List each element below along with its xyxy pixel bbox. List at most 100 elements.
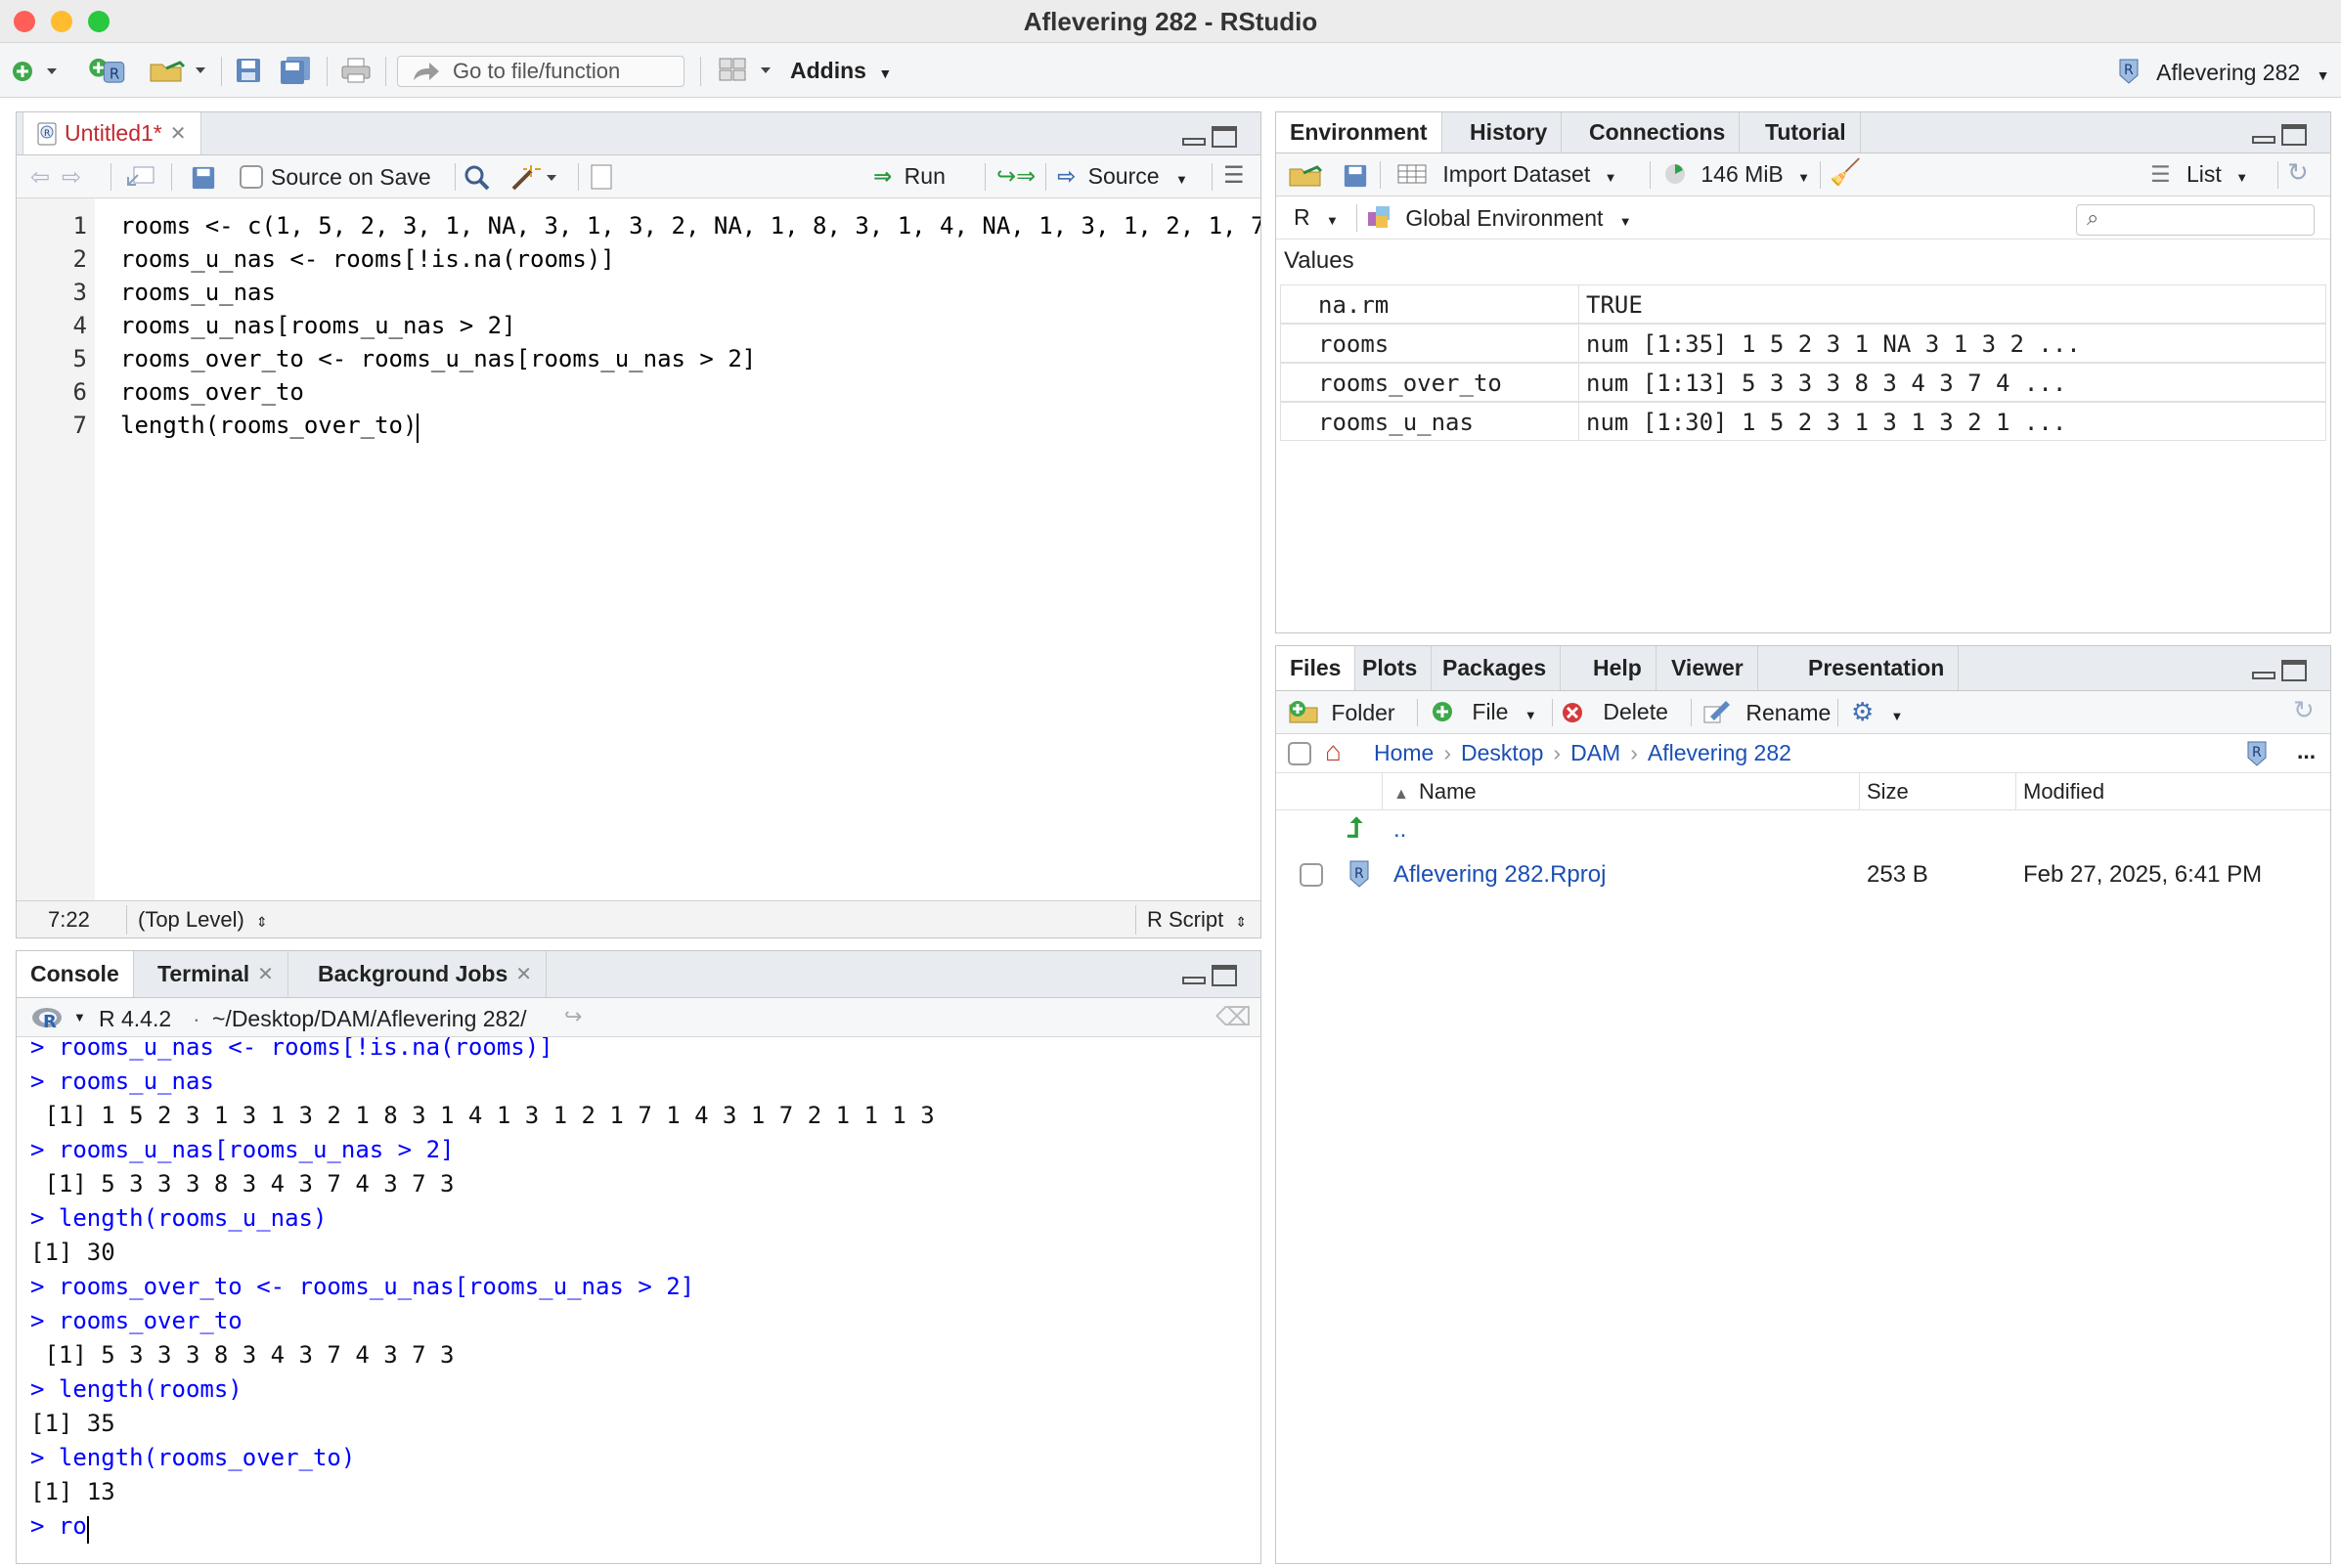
compile-report-icon[interactable] (590, 163, 613, 191)
file-checkbox[interactable] (1300, 863, 1323, 887)
close-tab-icon[interactable]: ✕ (257, 962, 274, 986)
home-icon[interactable]: ⌂ (1325, 736, 1342, 767)
editor-minmax[interactable] (1178, 124, 1239, 152)
parent-dir-row[interactable]: ⮥ .. (1276, 810, 2330, 851)
breadcrumb-home[interactable]: Home (1374, 740, 1434, 765)
delete-button[interactable]: Delete (1562, 699, 1668, 725)
breadcrumb-aflevering[interactable]: Aflevering 282 (1648, 740, 1791, 765)
tab-environment[interactable]: Environment (1276, 112, 1442, 152)
tab-untitled1[interactable]: R Untitled1* ✕ (22, 112, 201, 154)
print-icon[interactable] (340, 57, 372, 84)
tab-history[interactable]: History (1456, 112, 1563, 152)
more-settings-button[interactable]: ⚙ ▼ (1851, 697, 1903, 727)
project-icon[interactable]: R (2244, 740, 2270, 767)
pane-layout-icon[interactable] (718, 57, 776, 84)
new-project-icon[interactable]: R (86, 57, 129, 84)
env-value-row[interactable]: rooms num [1:35] 1 5 2 3 1 NA 3 1 3 2 ... (1280, 324, 2326, 363)
select-all-checkbox[interactable] (1288, 742, 1311, 765)
import-dataset-button[interactable]: Import Dataset ▼ (1397, 161, 1617, 188)
code-editor[interactable]: 1 rooms <- c(1, 5, 2, 3, 1, NA, 3, 1, 3, … (17, 198, 1260, 900)
tab-plots[interactable]: Plots (1348, 646, 1433, 690)
env-value-row[interactable]: na.rm TRUE (1280, 284, 2326, 324)
tab-console[interactable]: Console (17, 951, 134, 997)
breadcrumb-desktop[interactable]: Desktop (1461, 740, 1543, 765)
refresh-icon[interactable]: ↻ (2293, 695, 2315, 725)
environment-scope-selector[interactable]: Global Environment ▼ (1366, 204, 1632, 232)
language-label: R (1294, 204, 1310, 230)
env-minmax[interactable] (2248, 122, 2309, 150)
editor-tab-label: Untitled1* (65, 120, 162, 146)
file-row[interactable]: R Aflevering 282.Rproj 253 B Feb 27, 202… (1276, 853, 2330, 896)
tab-connections[interactable]: Connections (1575, 112, 1741, 152)
run-button[interactable]: ⇒ Run (873, 163, 946, 190)
r-logo-icon[interactable]: R (30, 1006, 64, 1031)
list-icon: ☰ (2150, 161, 2171, 187)
sort-up-icon: ▲ (1393, 786, 1409, 803)
save-workspace-icon[interactable] (1343, 163, 1368, 189)
console-minmax[interactable] (1178, 963, 1239, 990)
search-icon[interactable] (463, 163, 492, 191)
tab-terminal[interactable]: Terminal ✕ (144, 951, 288, 997)
more-options[interactable]: ... (2297, 738, 2316, 764)
env-value-row[interactable]: rooms_over_to num [1:13] 5 3 3 3 8 3 4 3 … (1280, 363, 2326, 402)
show-in-window-icon[interactable] (126, 165, 155, 189)
name-column-header[interactable]: ▲ Name (1393, 779, 1477, 805)
new-file-button[interactable]: File ▼ (1431, 699, 1537, 725)
source-button[interactable]: ⇨ Source ▼ (1057, 163, 1188, 190)
file-type-selector[interactable]: R Script ⇕ (1147, 907, 1247, 933)
viewer-tab-label: Viewer (1671, 655, 1744, 680)
new-folder-button[interactable]: Folder (1288, 699, 1395, 726)
language-selector[interactable]: R ▼ (1294, 204, 1339, 231)
chevron-down-icon: ▼ (2316, 67, 2330, 83)
close-tab-icon[interactable]: ✕ (170, 121, 187, 146)
tab-presentation[interactable]: Presentation (1794, 646, 1960, 690)
addins-menu[interactable]: Addins ▼ (790, 58, 892, 84)
file-name-link[interactable]: Aflevering 282.Rproj (1393, 861, 1606, 889)
parent-dir-link[interactable]: .. (1393, 816, 1406, 844)
forward-arrow-icon[interactable]: ⇨ (62, 163, 81, 192)
back-arrow-icon[interactable]: ⇦ (30, 163, 50, 192)
scope-label: (Top Level) (138, 907, 244, 932)
close-tab-icon[interactable]: ✕ (515, 962, 532, 986)
memory-usage-button[interactable]: 146 MiB ▼ (1663, 161, 1810, 188)
svg-text:R: R (2124, 63, 2134, 78)
r-version: R 4.4.2 (99, 1006, 172, 1031)
rename-button[interactable]: Rename (1702, 699, 1831, 726)
code-tools-wand-icon[interactable] (509, 163, 558, 191)
source-on-save-checkbox[interactable] (240, 165, 263, 189)
new-file-icon[interactable] (10, 59, 59, 86)
tab-help[interactable]: Help (1579, 646, 1656, 690)
clear-workspace-broom-icon[interactable]: 🧹 (1830, 157, 1861, 188)
memory-pie-icon (1665, 164, 1685, 184)
refresh-icon[interactable]: ↻ (2287, 157, 2309, 188)
env-search-input[interactable]: ⌕ (2076, 204, 2315, 236)
console-output[interactable]: > rooms_u_nas <- rooms[!is.na(rooms)] > r… (17, 1037, 1260, 1563)
go-to-dir-icon[interactable]: ↪ (564, 1004, 582, 1029)
save-icon[interactable] (235, 57, 262, 84)
save-all-icon[interactable] (279, 57, 312, 84)
open-file-icon[interactable] (149, 57, 209, 84)
view-mode-selector[interactable]: ☰ List ▼ (2150, 161, 2248, 188)
project-menu[interactable]: R Aflevering 282 ▼ (2116, 58, 2329, 86)
load-workspace-icon[interactable] (1288, 161, 1325, 189)
tab-packages[interactable]: Packages (1429, 646, 1562, 690)
rerun-icon[interactable]: ↪⇒ (996, 162, 1036, 191)
scope-selector[interactable]: (Top Level) ⇕ (138, 907, 268, 933)
tab-tutorial[interactable]: Tutorial (1751, 112, 1861, 152)
svg-text:R: R (43, 1012, 57, 1031)
tab-viewer[interactable]: Viewer (1657, 646, 1758, 690)
chevron-down-icon: ▼ (1326, 213, 1339, 228)
outline-icon[interactable]: ☰ (1223, 161, 1245, 190)
project-icon: R (2119, 59, 2139, 84)
clear-console-icon[interactable]: ⌫ (1215, 1002, 1252, 1032)
env-value-row[interactable]: rooms_u_nas num [1:30] 1 5 2 3 1 3 1 3 2 … (1280, 402, 2326, 441)
goto-file-input[interactable]: Go to file/function (397, 56, 685, 87)
breadcrumb-dam[interactable]: DAM (1570, 740, 1620, 765)
size-column-header[interactable]: Size (1867, 779, 1909, 805)
save-icon[interactable] (191, 165, 216, 191)
tab-files[interactable]: Files (1276, 646, 1356, 690)
modified-column-header[interactable]: Modified (2023, 779, 2104, 805)
chevron-down-icon[interactable]: ▼ (73, 1010, 86, 1024)
files-minmax[interactable] (2248, 658, 2309, 685)
tab-background-jobs[interactable]: Background Jobs ✕ (304, 951, 548, 997)
